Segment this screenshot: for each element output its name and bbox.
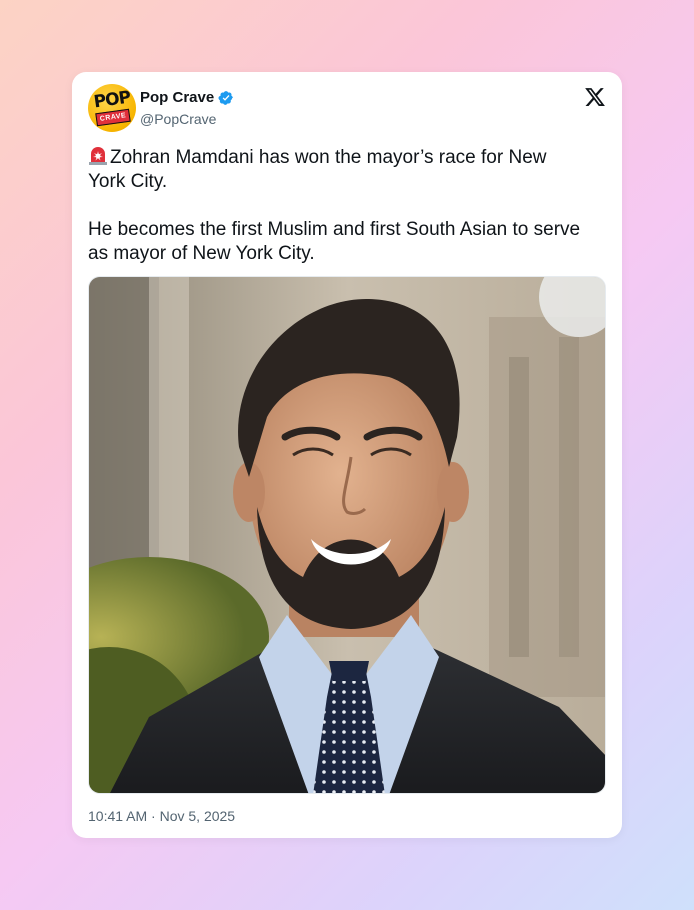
tweet-paragraph-1: Zohran Mamdani has won the mayor’s race … [88,146,588,194]
tweet-timestamp[interactable]: 10:41 AM · Nov 5, 2025 [88,808,235,824]
author-name-row: Pop Crave [140,89,234,106]
avatar[interactable]: POP CRAVE [88,84,136,132]
tweet-photo[interactable] [88,276,606,794]
tweet-card[interactable]: POP CRAVE Pop Crave @PopCrave Zohran Mam… [72,72,622,838]
author-handle[interactable]: @PopCrave [140,111,216,127]
verified-badge-icon [218,90,234,105]
x-logo-icon[interactable] [584,86,606,108]
police-light-icon [89,147,107,165]
tweet-paragraph-1-text: Zohran Mamdani has won the mayor’s race … [88,147,547,192]
portrait-image [89,277,605,793]
author-display-name[interactable]: Pop Crave [140,89,214,106]
tweet-text: Zohran Mamdani has won the mayor’s race … [88,146,588,266]
tweet-paragraph-2: He becomes the first Muslim and first So… [88,219,581,264]
